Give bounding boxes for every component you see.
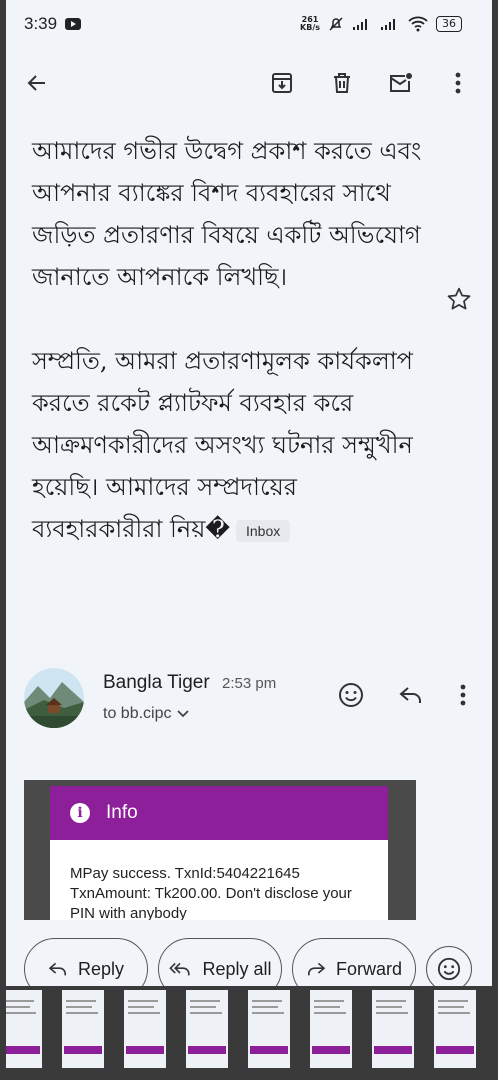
notification-card: i Info MPay success. TxnId:5404221645 Tx…: [50, 786, 388, 920]
attached-image[interactable]: i Info MPay success. TxnId:5404221645 Tx…: [24, 780, 416, 920]
mail-unread-icon[interactable]: [384, 66, 418, 100]
chevron-down-icon: [177, 710, 190, 718]
email-screen: 3:39 261 KB/s 36 আমাদের গভীর উদ্বেগ প্রক…: [6, 0, 492, 1080]
thumbnail[interactable]: [62, 990, 104, 1068]
emoji-icon: [437, 957, 461, 981]
thumbnail[interactable]: [310, 990, 352, 1068]
mute-icon: [329, 17, 343, 31]
reply-all-icon: [169, 962, 191, 976]
reply-all-label: Reply all: [202, 958, 272, 979]
archive-icon[interactable]: [265, 66, 299, 100]
recipient-text: to bb.cipc: [103, 705, 172, 722]
more-vert-icon[interactable]: [441, 66, 475, 100]
notification-message: MPay success. TxnId:5404221645 TxnAmount…: [70, 865, 352, 920]
status-bar: 3:39 261 KB/s 36: [6, 0, 492, 48]
email-paragraph: আমাদের গভীর উদ্বেগ প্রকাশ করতে এবং আপনার…: [32, 137, 422, 291]
notification-title: Info: [106, 802, 138, 823]
message-more-icon[interactable]: [448, 680, 478, 710]
avatar[interactable]: [24, 668, 84, 728]
forward-icon: [307, 962, 326, 976]
forward-label: Forward: [335, 958, 402, 979]
info-icon: i: [70, 803, 90, 823]
youtube-notification-icon: [65, 18, 82, 30]
thumbnail[interactable]: [372, 990, 414, 1068]
sender-time: 2:53 pm: [222, 675, 277, 692]
thumbnail-strip: [6, 986, 492, 1080]
sender-name[interactable]: Bangla Tiger: [103, 672, 210, 694]
reply-label: Reply: [77, 958, 125, 979]
battery-indicator: 36: [436, 16, 462, 32]
trash-icon[interactable]: [325, 66, 359, 100]
reply-icon: [48, 962, 66, 976]
thumbnail[interactable]: [6, 990, 42, 1068]
thumbnail[interactable]: [248, 990, 290, 1068]
inbox-label-chip[interactable]: Inbox: [236, 519, 291, 542]
back-arrow-icon[interactable]: [20, 66, 54, 100]
wifi-icon: [408, 16, 428, 32]
top-app-bar: [6, 48, 492, 118]
net-speed: 261 KB/s: [300, 15, 320, 32]
notification-header: i Info: [50, 786, 388, 840]
recipient-toggle[interactable]: to bb.cipc: [103, 705, 190, 723]
thumbnail[interactable]: [124, 990, 166, 1068]
thumbnail[interactable]: [186, 990, 228, 1068]
signal-icon-2: [381, 19, 395, 30]
status-time: 3:39: [24, 14, 58, 33]
reply-icon[interactable]: [396, 680, 426, 710]
star-icon[interactable]: [446, 286, 472, 316]
signal-icon-1: [353, 19, 367, 30]
email-body: আমাদের গভীর উদ্বেগ প্রকাশ করতে এবং আপনার…: [32, 130, 432, 592]
add-reaction-icon[interactable]: [336, 680, 366, 710]
thumbnail[interactable]: [434, 990, 476, 1068]
email-paragraph: সম্প্রতি, আমরা প্রতারণামূলক কার্যকলাপ কর…: [32, 347, 413, 543]
